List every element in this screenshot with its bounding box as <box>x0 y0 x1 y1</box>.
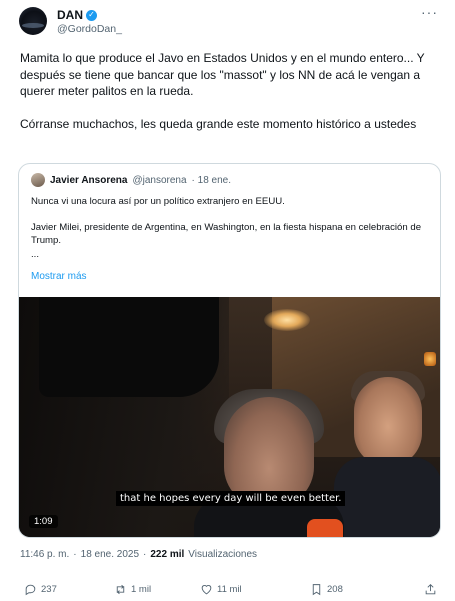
views-label: Visualizaciones <box>188 549 258 560</box>
like-button[interactable]: 11 mil <box>200 583 242 596</box>
tweet-meta: 11:46 p. m. · 18 ene. 2025 · 222 mil Vis… <box>20 549 257 560</box>
tweet-time[interactable]: 11:46 p. m. <box>20 549 69 560</box>
reply-icon <box>25 584 36 596</box>
quote-author-name[interactable]: Javier Ansorena <box>50 175 127 186</box>
quote-date: · 18 ene. <box>191 174 232 186</box>
more-options-icon[interactable]: ··· <box>421 4 438 20</box>
quote-line-2: Javier Milei, presidente de Argentina, e… <box>31 221 422 247</box>
action-bar: 237 1 mil 11 mil 208 <box>24 583 444 599</box>
tweet-paragraph-1: Mamita lo que produce el Javo en Estados… <box>20 51 425 98</box>
author-name-row[interactable]: DAN ✓ <box>57 8 97 22</box>
reply-button[interactable]: 237 <box>24 583 57 596</box>
repost-button[interactable]: 1 mil <box>114 583 151 596</box>
quote-text: Nunca vi una locura así por un político … <box>31 195 431 261</box>
bookmark-icon <box>312 584 321 596</box>
video-caption: that he hopes every day will be even bet… <box>116 491 346 506</box>
video-chandelier <box>264 309 310 331</box>
video-duration: 1:09 <box>29 515 58 528</box>
like-count: 11 mil <box>217 584 242 595</box>
video-microphone <box>307 519 343 537</box>
repost-count: 1 mil <box>131 584 152 595</box>
quote-author-handle[interactable]: @jansorena <box>132 175 186 186</box>
meta-separator-2: · <box>143 549 147 560</box>
quote-line-1: Nunca vi una locura así por un político … <box>31 196 285 207</box>
display-name[interactable]: DAN <box>57 8 83 22</box>
reply-count: 237 <box>41 584 57 595</box>
tweet-date[interactable]: 18 ene. 2025 <box>81 549 139 560</box>
share-icon <box>425 583 436 595</box>
author-handle[interactable]: @GordoDan_ <box>57 23 122 35</box>
show-more-link[interactable]: Mostrar más <box>31 271 87 282</box>
meta-separator: · <box>73 549 77 560</box>
video-camera-shape <box>39 297 219 397</box>
quote-header: Javier Ansorena @jansorena · 18 ene. <box>31 173 231 187</box>
repost-icon <box>116 584 125 595</box>
share-button[interactable] <box>424 583 437 596</box>
video-player[interactable]: that he hopes every day will be even bet… <box>19 297 440 537</box>
tweet-paragraph-2: Córranse muchachos, les queda grande est… <box>20 117 417 131</box>
bookmark-button[interactable]: 208 <box>310 583 343 596</box>
avatar[interactable] <box>19 7 47 35</box>
video-lamp <box>424 352 436 366</box>
views-count: 222 mil <box>150 549 185 560</box>
tweet-text: Mamita lo que produce el Javo en Estados… <box>20 50 444 149</box>
verified-badge-icon: ✓ <box>86 9 97 21</box>
video-person-2-body <box>334 457 440 537</box>
heart-icon <box>201 585 212 595</box>
bookmark-count: 208 <box>327 584 343 595</box>
video-person-2-face <box>354 377 422 467</box>
tweet-card: DAN ✓ @GordoDan_ ··· Mamita lo que produ… <box>0 0 455 601</box>
quote-avatar[interactable] <box>31 173 45 187</box>
quoted-tweet[interactable]: Javier Ansorena @jansorena · 18 ene. Nun… <box>18 163 441 538</box>
quote-line-3: ... <box>31 248 39 260</box>
